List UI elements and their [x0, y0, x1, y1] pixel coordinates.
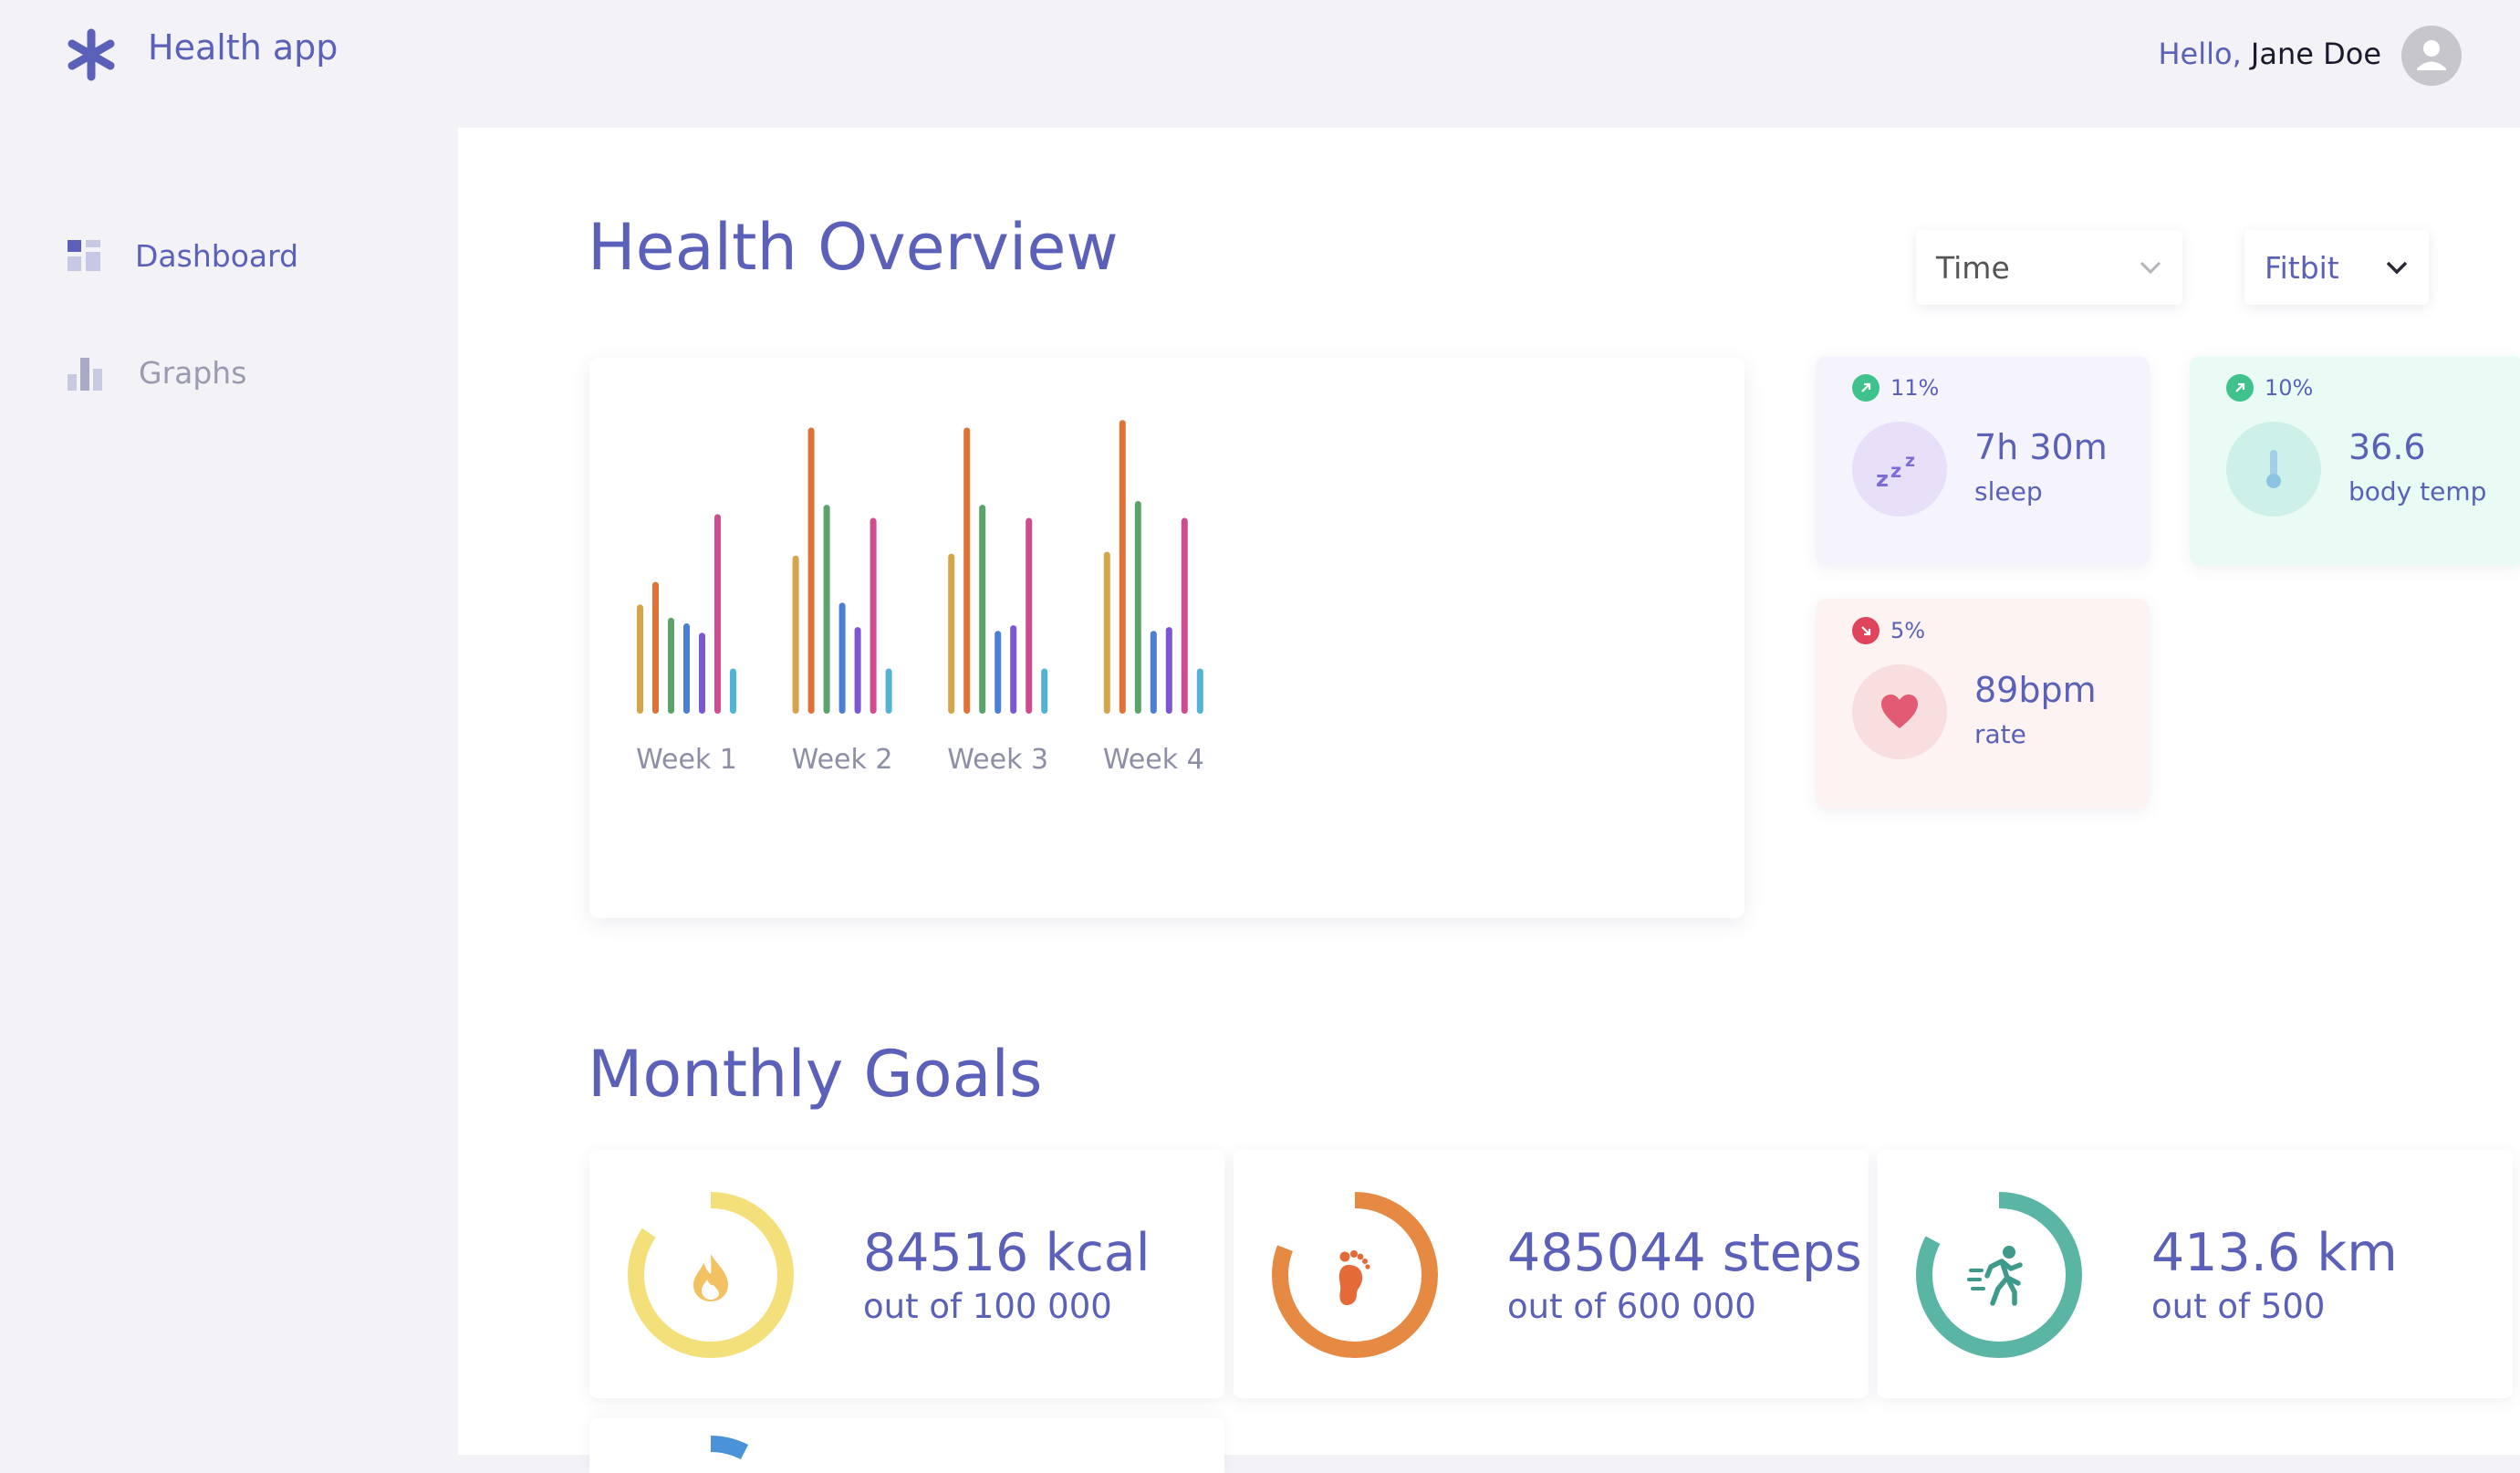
thermometer-icon: [2226, 422, 2321, 517]
trend-indicator: 11%: [1852, 374, 1939, 402]
heart-icon: [1852, 664, 1947, 759]
goal-card-steps[interactable]: 485044 steps out of 600 000: [1234, 1150, 1869, 1398]
chart-bar: [1103, 551, 1110, 714]
goal-value: 485044 steps: [1507, 1223, 1862, 1283]
time-filter-select[interactable]: Time: [1916, 230, 2182, 305]
trend-value: 5%: [1890, 618, 1926, 643]
greeting-prefix: Hello,: [2158, 37, 2242, 71]
chart-bar: [1196, 668, 1203, 714]
svg-text:z: z: [1876, 466, 1889, 492]
chart-bar: [870, 517, 877, 714]
metric-label: sleep: [1974, 476, 2043, 507]
flame-icon: [693, 1254, 728, 1301]
chart-bar: [683, 623, 690, 714]
health-overview-chart: Week 1 Week 2 Week 3 Week 4: [589, 358, 1744, 918]
svg-text:z: z: [1905, 451, 1915, 471]
sidebar-item-label: Graphs: [139, 354, 247, 391]
section-title-monthly-goals: Monthly Goals: [588, 1037, 1043, 1112]
chart-bar: [948, 553, 955, 714]
chart-bar: [963, 427, 971, 714]
avatar[interactable]: [2401, 26, 2462, 86]
chart-bar: [1119, 420, 1126, 714]
goal-target: out of 600 000: [1507, 1287, 1756, 1326]
goal-progress-ring-partial: [710, 1436, 749, 1460]
sidebar-item-dashboard[interactable]: Dashboard: [66, 228, 298, 283]
metric-label: rate: [1974, 719, 2026, 749]
chart-bar: [823, 505, 830, 714]
chart-bar: [699, 632, 705, 714]
metric-value: 7h 30m: [1974, 427, 2108, 467]
chart-bar: [979, 505, 986, 714]
footprint-icon: [1338, 1250, 1370, 1305]
time-filter-value: Time: [1936, 249, 2010, 286]
dashboard-icon: [68, 240, 100, 271]
device-filter-select[interactable]: Fitbit: [2244, 230, 2429, 305]
arrow-up-icon: [1852, 374, 1880, 402]
chart-bar: [1181, 517, 1188, 714]
sidebar-item-graphs[interactable]: Graphs: [66, 345, 246, 400]
app-title: Health app: [148, 27, 338, 68]
chevron-down-icon: [2140, 261, 2161, 275]
arrow-up-icon: [2226, 374, 2254, 402]
metric-label: body temp: [2348, 476, 2487, 507]
chart-bar: [1026, 517, 1033, 714]
body-temp-metric-card[interactable]: 10% 36.6 body temp: [2190, 356, 2520, 566]
chart-bar: [854, 627, 861, 714]
chart-bar: [637, 604, 643, 714]
svg-text:z: z: [1890, 460, 1901, 482]
x-tick-label: Week 4: [1103, 744, 1204, 776]
chart-bar: [730, 668, 736, 714]
bar-chart-icon: [68, 358, 102, 391]
sleep-icon: z z z: [1852, 422, 1947, 517]
chart-bar: [1165, 627, 1172, 714]
trend-indicator: 5%: [1852, 617, 1925, 644]
main-content: Health Overview Time Fitbit Week 1 Week 2…: [458, 128, 2520, 1473]
chart-bar: [1150, 631, 1157, 714]
goal-card-calories[interactable]: 84516 kcal out of 100 000: [589, 1150, 1224, 1398]
chart-bar: [807, 427, 815, 714]
goal-value: 84516 kcal: [863, 1223, 1151, 1283]
metric-value: 89bpm: [1974, 670, 2097, 710]
asterisk-logo-icon: [68, 28, 115, 81]
user-icon: [2417, 40, 2446, 70]
trend-value: 10%: [2265, 375, 2314, 401]
chart-bar: [1010, 625, 1017, 714]
sleep-metric-card[interactable]: 11% z z z 7h 30m sleep: [1816, 356, 2150, 566]
chart-bar: [714, 514, 721, 714]
metric-value: 36.6: [2348, 427, 2426, 467]
page-title: Health Overview: [588, 210, 1119, 285]
top-bar: Health app Hello, Jane Doe: [0, 0, 2520, 128]
x-tick-label: Week 1: [636, 744, 737, 776]
goal-target: out of 100 000: [863, 1287, 1112, 1326]
chart-bar: [885, 668, 892, 714]
heart-rate-metric-card[interactable]: 5% 89bpm rate: [1816, 599, 2150, 809]
chevron-down-icon: [2386, 261, 2408, 275]
device-filter-value: Fitbit: [2265, 249, 2339, 286]
chart-bar: [668, 617, 674, 714]
goal-target: out of 500: [2151, 1287, 2326, 1326]
x-tick-label: Week 2: [792, 744, 893, 776]
running-icon: [1967, 1246, 2023, 1306]
chart-bar: [1134, 500, 1141, 714]
arrow-down-icon: [1852, 617, 1880, 644]
trend-value: 11%: [1890, 375, 1940, 401]
sidebar-item-label: Dashboard: [135, 237, 299, 274]
chart-bar: [792, 555, 799, 714]
trend-indicator: 10%: [2226, 374, 2313, 402]
chart-bar: [838, 602, 846, 714]
bar-chart: Week 1 Week 2 Week 3 Week 4: [636, 420, 1204, 776]
chart-bar: [994, 631, 1002, 714]
goal-value: 413.6 km: [2151, 1223, 2398, 1283]
user-greeting: Hello, Jane Doe: [2158, 37, 2381, 71]
x-tick-label: Week 3: [947, 744, 1048, 776]
chart-bar: [652, 581, 659, 714]
goal-card-partial: [589, 1418, 1224, 1473]
chart-bar: [1041, 668, 1048, 714]
user-name[interactable]: Jane Doe: [2251, 37, 2381, 71]
goal-card-distance[interactable]: 413.6 km out of 500: [1878, 1150, 2513, 1398]
